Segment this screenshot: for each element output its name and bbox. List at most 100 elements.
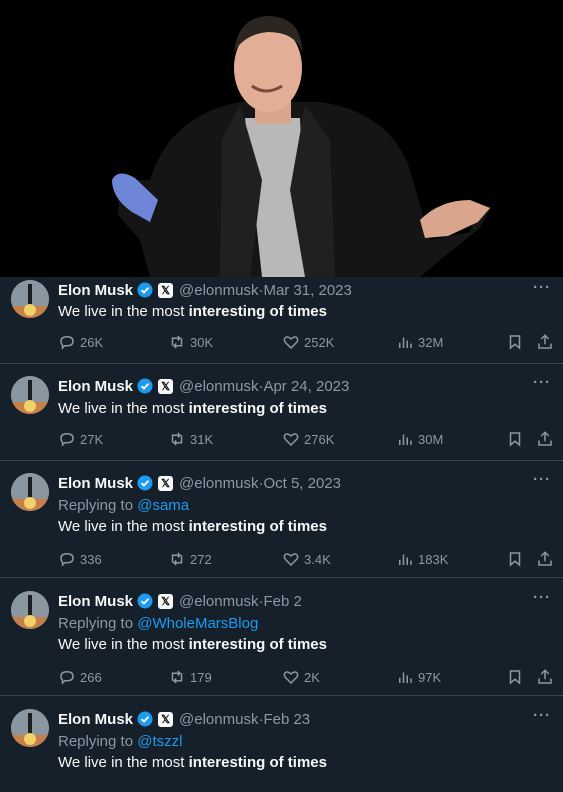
like-icon xyxy=(283,671,299,685)
comment-icon xyxy=(60,670,74,685)
tweet-date[interactable]: Feb 23 xyxy=(263,711,310,728)
bookmark-icon xyxy=(509,432,521,447)
share-icon xyxy=(538,551,552,566)
share-icon xyxy=(538,334,552,349)
avatar[interactable] xyxy=(11,280,49,318)
verified-icon xyxy=(137,282,153,298)
tweet-text: We live in the most interesting of times xyxy=(58,516,551,537)
x-affiliate-badge: 𝕏 xyxy=(158,378,174,394)
views-button[interactable]: 183K xyxy=(396,550,448,568)
tweet[interactable]: Elon Musk 𝕏 @elonmusk · Mar 31, 2023 ···… xyxy=(0,277,563,364)
bookmark-button[interactable] xyxy=(506,333,524,351)
retweet-icon xyxy=(171,335,183,349)
like-button[interactable]: 252K xyxy=(282,333,334,351)
retweet-count: 179 xyxy=(190,669,212,685)
tweet-text: We live in the most interesting of times xyxy=(58,398,551,419)
tweet-date[interactable]: Mar 31, 2023 xyxy=(263,282,351,299)
tweet-text-bold: interesting of times xyxy=(188,518,327,535)
author-handle[interactable]: @elonmusk xyxy=(179,711,258,728)
avatar[interactable] xyxy=(11,591,49,629)
like-icon xyxy=(283,433,299,447)
author-handle[interactable]: @elonmusk xyxy=(179,593,258,610)
retweet-button[interactable]: 30K xyxy=(168,333,213,351)
tweet-text-plain: We live in the most xyxy=(58,518,189,535)
tweet[interactable]: Elon Musk 𝕏 @elonmusk · Apr 24, 2023 ···… xyxy=(0,364,563,461)
more-icon[interactable]: ··· xyxy=(533,589,551,606)
tweet-header: Elon Musk 𝕏 @elonmusk · Mar 31, 2023 xyxy=(58,277,551,301)
avatar[interactable] xyxy=(11,709,49,747)
reply-mention-link[interactable]: @sama xyxy=(137,497,189,514)
tweet-text-plain: We live in the most xyxy=(58,400,189,417)
views-icon xyxy=(399,434,412,445)
retweet-button[interactable]: 272 xyxy=(168,550,212,568)
author-handle[interactable]: @elonmusk xyxy=(179,282,258,299)
tweet[interactable]: Elon Musk 𝕏 @elonmusk · Feb 23 ··· Reply… xyxy=(0,696,563,792)
share-icon xyxy=(538,431,552,446)
views-button[interactable]: 30M xyxy=(396,430,443,448)
tweet-date[interactable]: Feb 2 xyxy=(263,593,301,610)
comment-button[interactable]: 27K xyxy=(58,430,103,448)
reply-mention-link[interactable]: @tszzl xyxy=(137,733,182,750)
replying-to-label: Replying to xyxy=(58,497,138,514)
like-button[interactable]: 3.4K xyxy=(282,550,331,568)
author-name[interactable]: Elon Musk xyxy=(58,711,133,728)
tweet-header: Elon Musk 𝕏 @elonmusk · Feb 2 xyxy=(58,589,551,613)
share-button[interactable] xyxy=(536,668,554,686)
man-in-blazer-photo xyxy=(0,0,563,277)
views-button[interactable]: 97K xyxy=(396,668,441,686)
replying-to: Replying to @tszzl xyxy=(58,731,551,752)
author-name[interactable]: Elon Musk xyxy=(58,475,133,492)
share-button[interactable] xyxy=(536,430,554,448)
like-icon xyxy=(283,336,299,350)
tweet-text: We live in the most interesting of times xyxy=(58,634,551,655)
bookmark-button[interactable] xyxy=(506,550,524,568)
tweet-actions: 27K 31K 276K 30M xyxy=(58,419,554,459)
tweet-feed: Elon Musk 𝕏 @elonmusk · Mar 31, 2023 ···… xyxy=(0,277,563,792)
author-name[interactable]: Elon Musk xyxy=(58,593,133,610)
tweet-text-plain: We live in the most xyxy=(58,303,189,320)
comment-button[interactable]: 266 xyxy=(58,668,102,686)
views-icon xyxy=(399,337,412,348)
tweet-header: Elon Musk 𝕏 @elonmusk · Feb 23 xyxy=(58,707,551,731)
tweet-date[interactable]: Oct 5, 2023 xyxy=(263,475,341,492)
verified-icon xyxy=(137,711,153,727)
author-name[interactable]: Elon Musk xyxy=(58,282,133,299)
share-button[interactable] xyxy=(536,333,554,351)
like-count: 3.4K xyxy=(304,551,331,567)
tweet-actions xyxy=(58,773,551,792)
more-icon[interactable]: ··· xyxy=(533,279,551,296)
replying-to: Replying to @WholeMarsBlog xyxy=(58,613,551,634)
author-handle[interactable]: @elonmusk xyxy=(179,475,258,492)
bookmark-button[interactable] xyxy=(506,430,524,448)
more-icon[interactable]: ··· xyxy=(533,471,551,488)
more-icon[interactable]: ··· xyxy=(533,707,551,724)
comment-button[interactable]: 26K xyxy=(58,333,103,351)
verified-icon xyxy=(137,378,153,394)
share-icon xyxy=(538,669,552,684)
tweet-date[interactable]: Apr 24, 2023 xyxy=(263,378,349,395)
tweet[interactable]: Elon Musk 𝕏 @elonmusk · Oct 5, 2023 ··· … xyxy=(0,461,563,578)
like-button[interactable]: 276K xyxy=(282,430,334,448)
views-button[interactable]: 32M xyxy=(396,333,443,351)
share-button[interactable] xyxy=(536,550,554,568)
view-count: 97K xyxy=(418,669,442,685)
retweet-button[interactable]: 31K xyxy=(168,430,213,448)
bookmark-button[interactable] xyxy=(506,668,524,686)
tweet-text-plain: We live in the most xyxy=(58,754,189,771)
avatar[interactable] xyxy=(11,376,49,414)
avatar[interactable] xyxy=(11,473,49,511)
tweet[interactable]: Elon Musk 𝕏 @elonmusk · Feb 2 ··· Replyi… xyxy=(0,578,563,696)
more-icon[interactable]: ··· xyxy=(533,374,551,391)
tweet-text-bold: interesting of times xyxy=(188,303,327,320)
like-button[interactable]: 2K xyxy=(282,668,320,686)
author-handle[interactable]: @elonmusk xyxy=(179,378,258,395)
tweet-text-bold: interesting of times xyxy=(188,400,327,417)
author-name[interactable]: Elon Musk xyxy=(58,378,133,395)
verified-icon xyxy=(137,593,153,609)
reply-mention-link[interactable]: @WholeMarsBlog xyxy=(137,615,258,632)
tweet-text: We live in the most interesting of times xyxy=(58,752,551,773)
comment-icon xyxy=(60,552,74,567)
retweet-button[interactable]: 179 xyxy=(168,668,212,686)
comment-button[interactable]: 336 xyxy=(58,550,102,568)
comment-count: 26K xyxy=(80,334,104,350)
